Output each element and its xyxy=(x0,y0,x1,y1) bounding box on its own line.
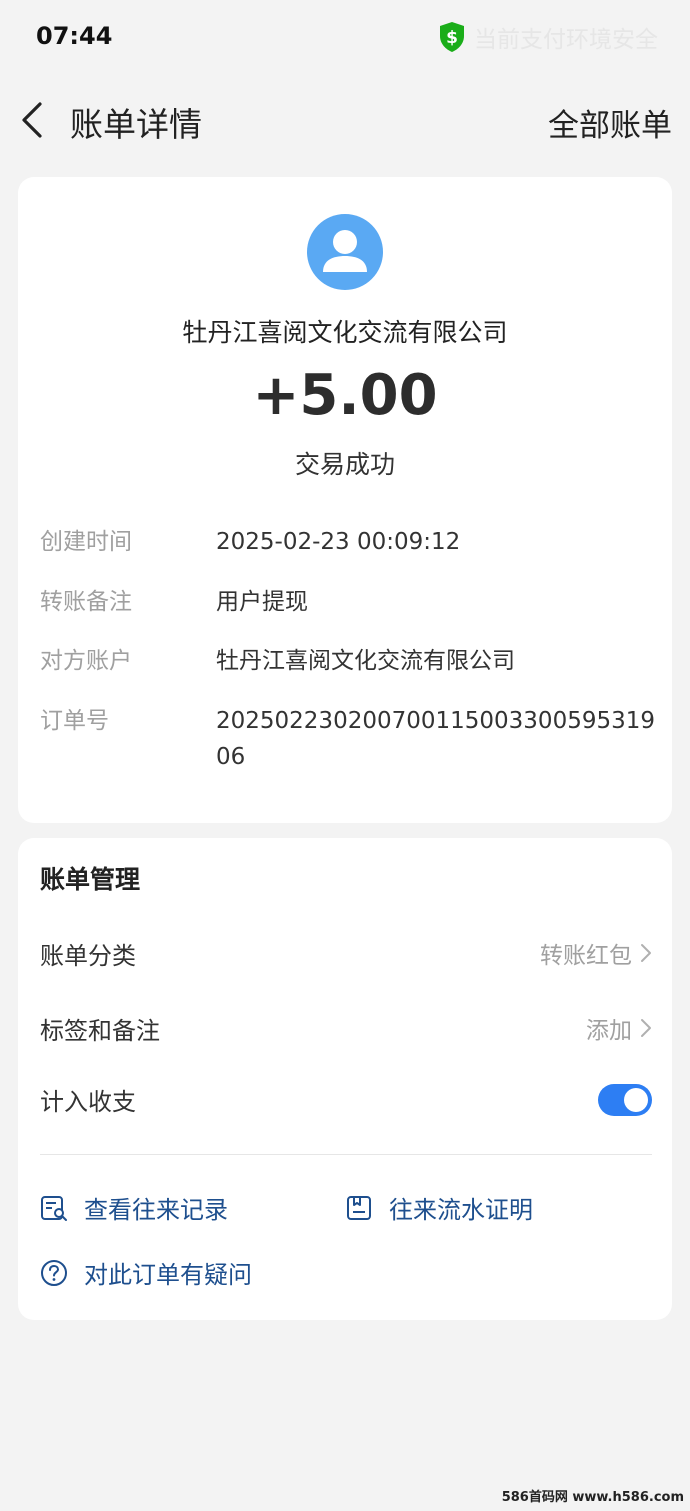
include-in-stats-label: 计入收支 xyxy=(40,1088,136,1116)
detail-value: 用户提现 xyxy=(216,589,308,615)
bill-category-value: 转账红包 xyxy=(540,943,632,969)
bill-category-label: 账单分类 xyxy=(40,942,136,970)
counterparty-name: 牡丹江喜阅文化交流有限公司 xyxy=(182,318,508,347)
transaction-proof-link[interactable]: 往来流水证明 xyxy=(345,1190,533,1225)
view-records-label: 查看往来记录 xyxy=(84,1196,228,1224)
bill-category-selector[interactable]: 转账红包 xyxy=(540,936,652,970)
avatar xyxy=(307,214,383,290)
bill-management-card: 账单管理 账单分类 转账红包 标签和备注 添加 计入收支 查看往来记录 往来流水… xyxy=(18,838,672,1320)
bill-category-row[interactable]: 账单分类 转账红包 xyxy=(40,934,652,974)
view-records-link[interactable]: 查看往来记录 xyxy=(40,1190,228,1225)
detail-label: 对方账户 xyxy=(40,648,132,674)
transaction-amount: +5.00 xyxy=(252,363,438,428)
transaction-proof-label: 往来流水证明 xyxy=(389,1196,533,1224)
watermark: 586首码网 www.h586.com xyxy=(501,1490,684,1505)
divider xyxy=(40,1154,652,1155)
include-in-stats-row: 计入收支 xyxy=(40,1084,652,1124)
tags-add-button[interactable]: 添加 xyxy=(586,1011,652,1045)
page-title: 账单详情 xyxy=(70,105,202,144)
order-number-value: 20250223020070011500330059531906 xyxy=(216,708,655,770)
tags-notes-row[interactable]: 标签和备注 添加 xyxy=(40,1009,652,1049)
order-question-label: 对此订单有疑问 xyxy=(84,1261,252,1289)
tags-notes-label: 标签和备注 xyxy=(40,1017,160,1045)
security-status: $ 当前支付环境安全 xyxy=(438,20,658,54)
question-circle-icon xyxy=(41,1259,67,1286)
section-title: 账单管理 xyxy=(40,865,141,894)
detail-label: 创建时间 xyxy=(40,529,132,555)
shield-dollar-icon: $ xyxy=(440,22,464,52)
chevron-right-icon xyxy=(641,944,651,962)
transaction-status: 交易成功 xyxy=(294,450,395,479)
record-search-icon xyxy=(41,1195,67,1221)
status-bar: 07:44 $ 当前支付环境安全 xyxy=(0,0,690,72)
all-bills-link[interactable]: 全部账单 xyxy=(548,100,672,145)
chevron-right-icon xyxy=(641,1019,651,1037)
detail-value: 2025-02-23 00:09:12 xyxy=(216,529,461,555)
order-question-link[interactable]: 对此订单有疑问 xyxy=(40,1255,252,1290)
user-icon xyxy=(323,230,367,272)
tags-notes-value: 添加 xyxy=(586,1018,632,1044)
detail-label: 转账备注 xyxy=(40,589,132,615)
document-icon xyxy=(347,1195,371,1220)
security-text: 当前支付环境安全 xyxy=(474,27,658,53)
detail-label: 订单号 xyxy=(40,708,109,734)
svg-text:$: $ xyxy=(446,28,458,48)
detail-value: 牡丹江喜阅文化交流有限公司 xyxy=(216,648,515,674)
include-in-stats-toggle[interactable] xyxy=(598,1084,652,1116)
transaction-card: 牡丹江喜阅文化交流有限公司 +5.00 交易成功 创建时间 2025-02-23… xyxy=(18,177,672,823)
back-arrow-icon[interactable] xyxy=(18,100,48,140)
nav-bar: 账单详情 全部账单 xyxy=(0,88,690,152)
status-time: 07:44 xyxy=(36,22,113,50)
toggle-knob xyxy=(624,1088,648,1112)
